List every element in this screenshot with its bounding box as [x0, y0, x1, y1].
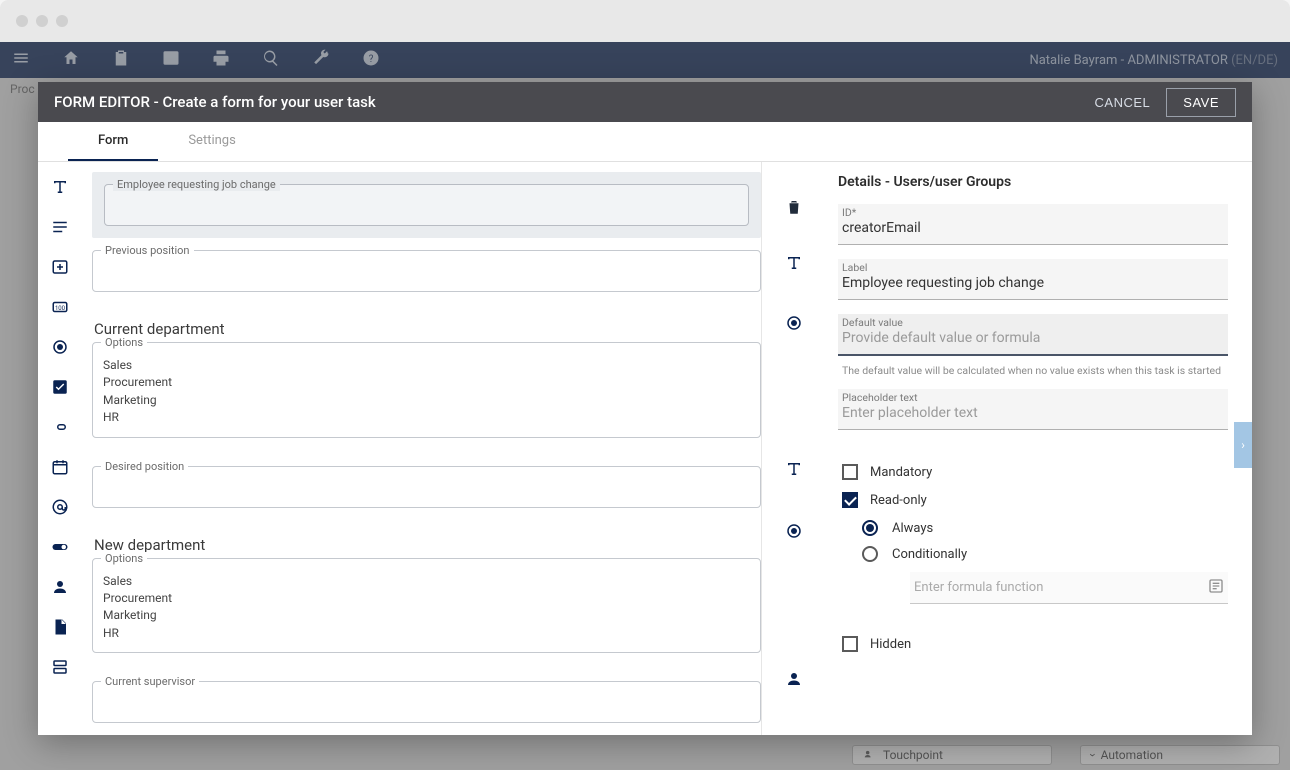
window-min-dot[interactable] — [36, 15, 48, 27]
radio-conditionally[interactable] — [862, 546, 878, 562]
delete-field-icon[interactable] — [770, 198, 818, 216]
details-title: Details - Users/user Groups — [838, 174, 1228, 190]
tool-textarea[interactable] — [49, 216, 71, 238]
app-background: ? Natalie Bayram - ADMINISTRATOR (EN/DE)… — [0, 42, 1290, 770]
browser-frame: ? Natalie Bayram - ADMINISTRATOR (EN/DE)… — [0, 0, 1290, 770]
field-supervisor-label: Current supervisor — [101, 675, 199, 688]
modal-backdrop: FORM EDITOR - Create a form for your use… — [0, 42, 1290, 770]
tool-checkbox[interactable] — [49, 376, 71, 398]
browser-titlebar — [0, 0, 1290, 42]
details-id-label: ID* — [842, 206, 856, 219]
details-default-field[interactable]: Default value Provide default value or f… — [838, 314, 1228, 356]
form-editor-modal: FORM EDITOR - Create a form for your use… — [38, 82, 1252, 735]
field-current-supervisor[interactable]: Current supervisor — [92, 681, 761, 723]
svg-text:100: 100 — [55, 305, 66, 312]
radio-always[interactable] — [862, 520, 878, 536]
field-current-dept-options-label: Options — [101, 336, 147, 349]
field-employee-label: Employee requesting job change — [113, 178, 280, 191]
tool-number[interactable] — [49, 256, 71, 278]
field-current-dept-options-body: Sales Procurement Marketing HR — [103, 357, 750, 427]
tool-email[interactable] — [49, 496, 71, 518]
details-label-label: Label — [842, 261, 867, 274]
field-current-dept-options[interactable]: Options Sales Procurement Marketing HR — [92, 342, 761, 438]
tool-link[interactable] — [49, 416, 71, 438]
details-id-value: creatorEmail — [842, 220, 1224, 240]
cancel-button[interactable]: CANCEL — [1095, 95, 1151, 110]
field-indicators — [762, 162, 818, 735]
tool-text[interactable] — [49, 176, 71, 198]
details-placeholder-value: Enter placeholder text — [842, 405, 1224, 425]
details-id-field[interactable]: ID* creatorEmail — [838, 204, 1228, 245]
modal-title: FORM EDITOR - Create a form for your use… — [54, 93, 376, 111]
tab-bar: Form Settings — [38, 122, 1252, 162]
details-default-placeholder: Provide default value or formula — [842, 330, 1224, 350]
text-type-icon-2 — [770, 460, 818, 478]
field-new-dept-options-body: Sales Procurement Marketing HR — [103, 573, 750, 643]
radio-conditionally-row[interactable]: Conditionally — [862, 546, 1228, 562]
tool-date[interactable] — [49, 456, 71, 478]
modal-header: FORM EDITOR - Create a form for your use… — [38, 82, 1252, 122]
user-type-icon — [770, 670, 818, 688]
hidden-checkbox[interactable] — [842, 636, 858, 652]
save-button[interactable]: SAVE — [1166, 88, 1236, 117]
panel-collapse-handle[interactable]: › — [1234, 422, 1252, 468]
tool-section[interactable] — [49, 656, 71, 678]
details-panel: Details - Users/user Groups ID* creatorE… — [818, 162, 1252, 735]
mandatory-checkbox-row[interactable]: Mandatory — [842, 464, 1228, 480]
field-new-dept-options-label: Options — [101, 552, 147, 565]
tool-toggle[interactable] — [49, 536, 71, 558]
readonly-radio-group: Always Conditionally Enter formula funct… — [862, 520, 1228, 604]
tool-radio[interactable] — [49, 336, 71, 358]
mandatory-checkbox[interactable] — [842, 464, 858, 480]
radio-type-icon-2 — [770, 522, 818, 540]
field-employee-selected[interactable]: Employee requesting job change — [92, 172, 761, 238]
field-previous-position[interactable]: Previous position — [92, 250, 761, 292]
details-default-label: Default value — [842, 316, 903, 329]
section-new-dept-title: New department — [94, 536, 761, 554]
tool-user[interactable] — [49, 576, 71, 598]
details-placeholder-label: Placeholder text — [842, 391, 918, 404]
formula-placeholder: Enter formula function — [914, 580, 1043, 595]
readonly-checkbox[interactable] — [842, 492, 858, 508]
field-desired-position[interactable]: Desired position — [92, 466, 761, 508]
details-label-value: Employee requesting job change — [842, 275, 1224, 295]
tool-file[interactable] — [49, 616, 71, 638]
window-close-dot[interactable] — [16, 15, 28, 27]
radio-always-row[interactable]: Always — [862, 520, 1228, 536]
hidden-checkbox-row[interactable]: Hidden — [842, 636, 1228, 652]
tab-form[interactable]: Form — [68, 122, 158, 161]
radio-always-label: Always — [892, 521, 933, 536]
readonly-checkbox-row[interactable]: Read-only — [842, 492, 1228, 508]
radio-type-icon — [770, 314, 818, 332]
mandatory-label: Mandatory — [870, 465, 932, 480]
details-placeholder-field[interactable]: Placeholder text Enter placeholder text — [838, 389, 1228, 430]
radio-conditionally-label: Conditionally — [892, 547, 967, 562]
field-previous-label: Previous position — [101, 244, 194, 257]
field-desired-label: Desired position — [101, 460, 188, 473]
toolbox: 100 — [38, 162, 82, 735]
hidden-label: Hidden — [870, 637, 911, 652]
section-current-dept-title: Current department — [94, 320, 761, 338]
formula-icon[interactable] — [1208, 578, 1224, 594]
formula-input[interactable]: Enter formula function — [910, 572, 1228, 604]
field-new-dept-options[interactable]: Options Sales Procurement Marketing HR — [92, 558, 761, 654]
details-label-field[interactable]: Label Employee requesting job change — [838, 259, 1228, 300]
tab-settings[interactable]: Settings — [158, 122, 265, 161]
text-type-icon — [770, 254, 818, 272]
editor-body: 100 — [38, 162, 1252, 735]
details-default-hint: The default value will be calculated whe… — [842, 364, 1228, 377]
window-max-dot[interactable] — [56, 15, 68, 27]
tool-richtext[interactable]: 100 — [49, 296, 71, 318]
form-canvas[interactable]: Employee requesting job change Previous … — [82, 162, 762, 735]
readonly-label: Read-only — [870, 493, 927, 508]
